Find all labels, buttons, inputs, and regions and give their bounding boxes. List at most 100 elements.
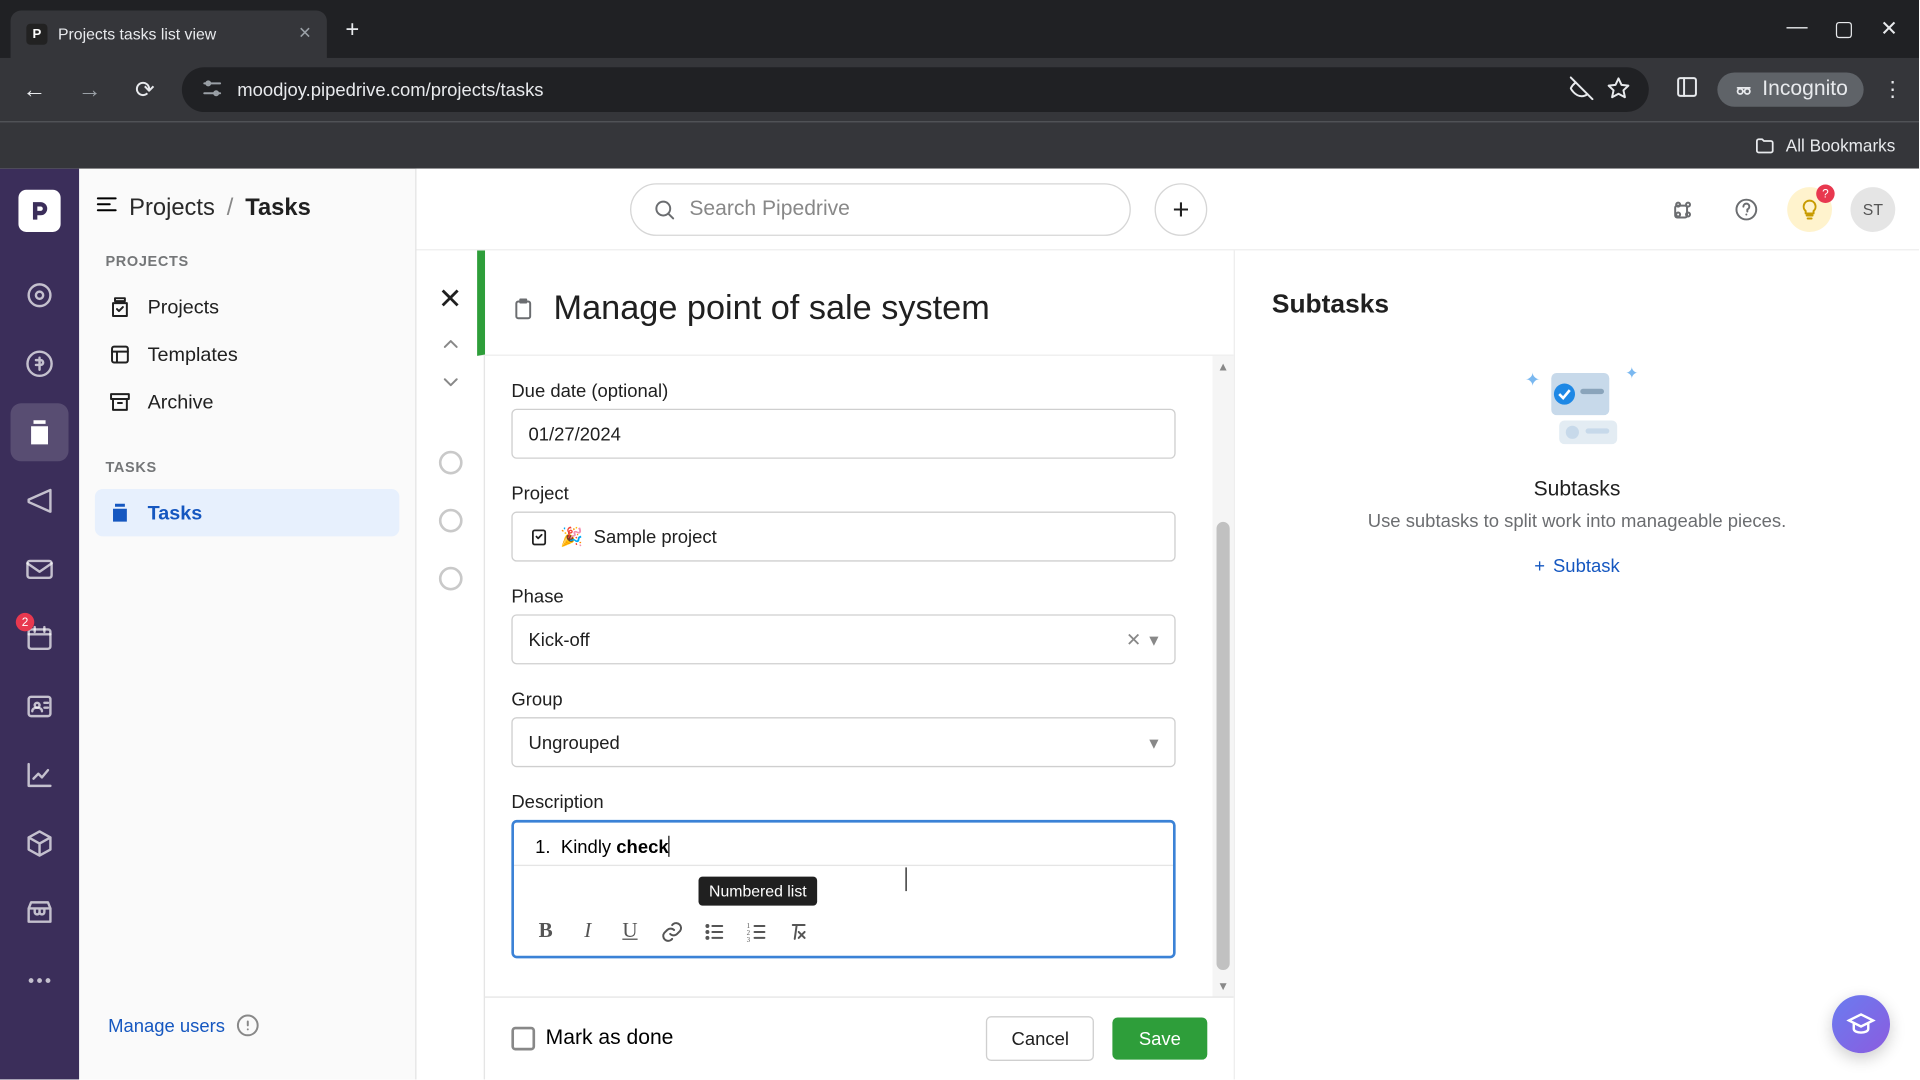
browser-tab[interactable]: P Projects tasks list view × [11,11,327,58]
rail-mail-icon[interactable] [11,540,69,598]
sidebar-item-label: Projects [148,296,219,318]
forward-button[interactable]: → [71,76,108,104]
underline-button[interactable]: U [614,916,646,948]
scrollbar-thumb[interactable] [1217,522,1230,970]
section-label-projects: PROJECTS [105,254,388,270]
description-text-bold: check [616,836,668,857]
scroll-down-icon[interactable]: ▼ [1213,975,1234,996]
scroll-up-icon[interactable]: ▲ [1213,356,1234,377]
phase-select[interactable]: Kick-off ✕ ▾ [511,614,1175,664]
favicon: P [26,24,47,45]
close-tab-icon[interactable]: × [299,22,311,46]
rail-campaigns-icon[interactable] [11,472,69,530]
svg-text:3: 3 [747,937,751,944]
sidebar-collapse-icon[interactable] [95,192,119,222]
app-logo[interactable] [18,190,60,232]
side-panel-icon[interactable] [1675,74,1699,104]
rail-insights-icon[interactable] [11,746,69,804]
due-date-input[interactable]: 01/27/2024 [511,409,1175,459]
close-detail-icon[interactable]: ✕ [438,282,462,316]
form-footer: Mark as done Cancel Save [485,996,1234,1079]
close-window-icon[interactable]: ✕ [1880,16,1898,42]
clear-icon[interactable]: ✕ [1126,628,1141,650]
chevron-down-icon[interactable]: ▾ [1149,731,1158,753]
extensions-icon[interactable] [1661,186,1706,231]
empty-state-illustration: ✦ ✦ [1524,360,1629,452]
list-number: 1. [535,836,550,857]
help-icon[interactable] [1724,186,1769,231]
rail-products-icon[interactable] [11,815,69,873]
task-checkbox-ghost[interactable] [438,567,462,591]
address-bar[interactable]: moodjoy.pipedrive.com/projects/tasks [182,67,1649,112]
rail-marketplace-icon[interactable] [11,883,69,941]
browser-tab-strip: P Projects tasks list view × + — ▢ ✕ [0,0,1919,58]
incognito-badge[interactable]: Incognito [1717,72,1863,106]
due-date-label: Due date (optional) [511,380,1175,401]
sales-assistant-icon[interactable]: ? [1787,186,1832,231]
numbered-list-button[interactable]: 123 [741,916,773,948]
sidebar-item-archive[interactable]: Archive [95,378,399,425]
tooltip: Numbered list [699,876,818,905]
bookmark-star-icon[interactable] [1607,76,1631,104]
editor-caret-line2 [905,867,906,891]
svg-text:✦: ✦ [1624,365,1637,382]
link-button[interactable] [656,916,688,948]
rail-activities-icon[interactable]: 2 [11,609,69,667]
task-checkbox-ghost[interactable] [438,509,462,533]
mark-done-label: Mark as done [546,1027,674,1051]
quick-add-button[interactable]: + [1155,183,1208,236]
description-editor[interactable]: 1. Kindly check Numbered list B I [511,820,1175,958]
rail-contacts-icon[interactable] [11,677,69,735]
scrollbar[interactable]: ▲ ▼ [1213,356,1234,997]
project-value: Sample project [594,526,717,547]
notification-badge: ? [1816,184,1834,202]
bullet-list-button[interactable] [699,916,731,948]
new-tab-button[interactable]: + [345,15,359,43]
bold-button[interactable]: B [530,916,562,948]
search-input[interactable]: Search Pipedrive [630,183,1131,236]
task-title: Manage point of sale system [554,287,990,328]
bookmarks-bar: All Bookmarks [0,121,1919,168]
mark-done-checkbox[interactable] [511,1027,535,1051]
italic-button[interactable]: I [572,916,604,948]
reload-button[interactable]: ⟳ [127,76,164,104]
prev-task-icon[interactable] [438,332,462,362]
manage-users-link[interactable]: Manage users [95,1014,259,1038]
folder-icon [1754,135,1775,156]
cancel-button[interactable]: Cancel [987,1016,1095,1061]
site-settings-icon[interactable] [200,76,224,104]
group-select[interactable]: Ungrouped ▾ [511,717,1175,767]
chevron-down-icon[interactable]: ▾ [1149,628,1158,650]
rail-leads-icon[interactable] [11,266,69,324]
svg-text:✦: ✦ [1524,369,1539,390]
save-button[interactable]: Save [1112,1017,1207,1059]
rich-text-toolbar: Numbered list B I U 123 [530,913,1157,947]
description-text: Kindly [561,836,616,857]
clipboard-icon [511,296,535,320]
sidebar-item-projects[interactable]: Projects [95,283,399,330]
browser-menu-icon[interactable]: ⋮ [1882,76,1903,102]
user-avatar[interactable]: ST [1850,186,1895,231]
all-bookmarks-link[interactable]: All Bookmarks [1786,136,1895,156]
plus-icon: + [1534,555,1545,576]
rail-projects-icon[interactable] [11,403,69,461]
clear-format-button[interactable] [783,916,815,948]
breadcrumb-separator: / [227,194,234,220]
maximize-icon[interactable]: ▢ [1834,16,1854,42]
rail-deals-icon[interactable] [11,335,69,393]
back-button[interactable]: ← [16,76,53,104]
next-task-icon[interactable] [438,370,462,400]
sidebar-item-tasks[interactable]: Tasks [95,489,399,536]
search-placeholder: Search Pipedrive [689,197,850,221]
minimize-icon[interactable]: — [1787,16,1808,42]
visibility-off-icon[interactable] [1570,76,1594,104]
help-fab[interactable] [1832,995,1890,1053]
rail-more-icon[interactable] [11,952,69,1010]
app-rail: 2 [0,169,79,1080]
breadcrumb-parent[interactable]: Projects [129,194,215,220]
project-input[interactable]: 🎉 Sample project [511,511,1175,561]
task-checkbox-ghost[interactable] [438,451,462,475]
phase-value: Kick-off [529,629,590,650]
add-subtask-button[interactable]: + Subtask [1534,555,1619,576]
sidebar-item-templates[interactable]: Templates [95,331,399,378]
